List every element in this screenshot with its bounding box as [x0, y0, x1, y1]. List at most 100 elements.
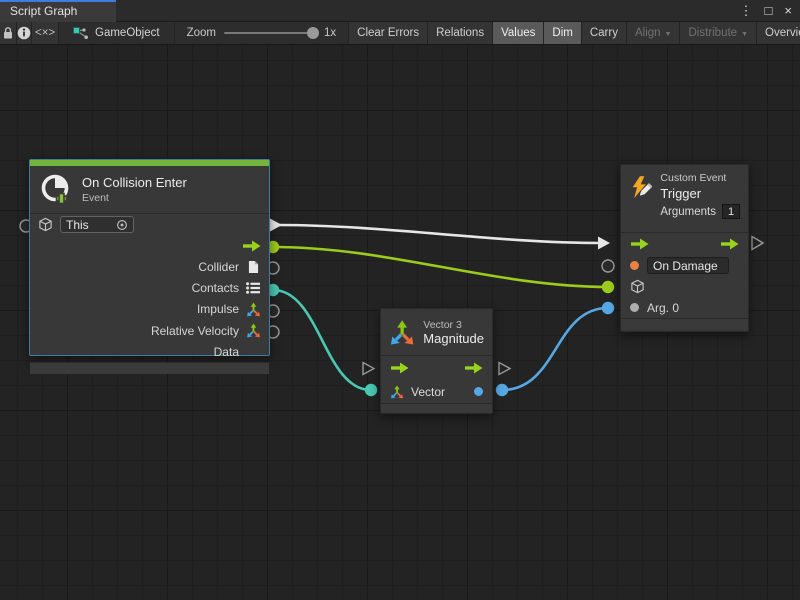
flow-arrow-icon	[720, 238, 739, 250]
argument-port-dot	[630, 303, 639, 312]
target-input-row: This	[30, 214, 269, 235]
node-category: Vector 3	[423, 319, 484, 331]
data-output-row: Data	[30, 341, 269, 362]
event-name-value: On Damage	[653, 259, 718, 273]
argument0-row: Arg. 0	[621, 297, 748, 318]
close-icon[interactable]: ×	[784, 0, 792, 22]
chevron-down-icon: ▼	[741, 31, 748, 38]
chevron-down-icon: ▼	[665, 31, 672, 38]
gameobject-label: GameObject	[95, 27, 160, 39]
wire-collider-green[interactable]	[273, 247, 608, 287]
node-header: On Collision Enter Event	[30, 166, 269, 214]
overview-button[interactable]: Overview	[756, 22, 800, 44]
node-subtitle: Event	[82, 192, 187, 204]
title-bar: Script Graph ⋮ □ ×	[0, 0, 800, 22]
info-icon	[17, 26, 31, 40]
port-label: Impulse	[197, 302, 239, 316]
zoom-slider[interactable]	[224, 32, 316, 34]
port-label: Data	[214, 345, 239, 359]
contacts-output-row: Contacts	[30, 278, 269, 299]
flow-arrow-icon	[242, 240, 261, 252]
port-trigger-flow-out[interactable]	[752, 237, 763, 250]
impulse-output-row: Impulse	[30, 299, 269, 320]
align-dropdown[interactable]: Align ▼	[626, 22, 680, 44]
port-trigger-target-in[interactable]	[602, 281, 614, 293]
node-header: Vector 3 Magnitude	[381, 309, 492, 356]
zoom-label: Zoom	[187, 27, 216, 39]
distribute-label: Distribute	[688, 27, 737, 39]
code-brackets-button[interactable]: <×>	[32, 22, 59, 44]
values-toggle[interactable]: Values	[492, 22, 543, 44]
clear-errors-button[interactable]: Clear Errors	[348, 22, 427, 44]
code-brackets-icon: <×>	[35, 27, 55, 39]
node-header: Custom Event Trigger Arguments 1	[621, 165, 748, 233]
info-button[interactable]	[17, 22, 32, 44]
port-magnitude-out[interactable]	[496, 384, 508, 396]
relations-button[interactable]: Relations	[427, 22, 492, 44]
node-title: On Collision Enter	[82, 175, 187, 190]
graph-canvas[interactable]: On Collision Enter Event This	[0, 45, 800, 599]
collider-file-icon	[248, 260, 259, 274]
flow-row	[381, 356, 492, 380]
port-label: Relative Velocity	[151, 324, 239, 338]
maximize-icon[interactable]: □	[765, 0, 773, 22]
collision-event-icon	[39, 173, 73, 207]
flow-row	[621, 233, 748, 255]
node-vector3-magnitude[interactable]: Vector 3 Magnitude Vector	[380, 308, 493, 414]
port-vector-flow-out[interactable]	[499, 363, 510, 375]
port-vector-in[interactable]	[365, 384, 377, 396]
target-row	[621, 276, 748, 297]
collider-output-row: Collider	[30, 256, 269, 277]
zoom-slider-knob[interactable]	[307, 27, 319, 39]
wire-magnitude-blue[interactable]	[502, 308, 608, 390]
wire-flow-white[interactable]	[278, 225, 600, 243]
custom-event-icon	[629, 172, 652, 204]
dim-toggle[interactable]: Dim	[543, 22, 580, 44]
float-output-dot	[474, 387, 483, 396]
lock-icon	[2, 26, 14, 40]
object-picker-icon[interactable]	[116, 219, 128, 231]
port-label: Arg. 0	[647, 301, 679, 315]
node-trigger-custom-event[interactable]: Custom Event Trigger Arguments 1 On Dama…	[620, 164, 749, 332]
align-label: Align	[635, 27, 661, 39]
this-object-field[interactable]: This	[60, 216, 134, 233]
lock-button[interactable]	[0, 22, 17, 44]
port-label: Vector	[411, 385, 445, 399]
string-port-dot	[630, 261, 639, 270]
gameobject-reference-button[interactable]: GameObject	[59, 22, 175, 44]
arguments-count-field[interactable]: 1	[722, 204, 740, 219]
node-category: Custom Event	[660, 172, 740, 184]
node-on-collision-enter[interactable]: On Collision Enter Event This	[29, 159, 270, 356]
port-label: Contacts	[192, 281, 239, 295]
carry-button[interactable]: Carry	[581, 22, 626, 44]
port-trigger-arg0-in[interactable]	[602, 302, 614, 314]
flow-arrow-icon	[464, 362, 483, 374]
wire-impulse-teal[interactable]	[273, 290, 371, 390]
vector3-icon	[390, 385, 404, 399]
vector3-icon	[246, 323, 261, 338]
zoom-control: Zoom 1x	[175, 22, 349, 44]
port-label: Collider	[198, 260, 239, 274]
window-menu-icon[interactable]: ⋮	[740, 0, 753, 22]
distribute-dropdown[interactable]: Distribute ▼	[679, 22, 756, 44]
tab-script-graph[interactable]: Script Graph	[0, 0, 116, 22]
gameobject-cube-icon	[630, 279, 645, 294]
node-footer	[30, 362, 269, 374]
port-trigger-name-in[interactable]	[602, 260, 614, 272]
node-title: Trigger	[660, 186, 740, 201]
event-name-row: On Damage	[621, 255, 748, 276]
arguments-label: Arguments	[660, 206, 716, 218]
script-graph-icon	[73, 27, 89, 40]
node-footer	[381, 403, 492, 412]
this-field-value: This	[66, 218, 89, 232]
vector3-icon	[246, 302, 261, 317]
port-trigger-flow-in[interactable]	[598, 237, 610, 250]
flow-output-row	[30, 235, 269, 256]
vector3-icon	[389, 319, 415, 346]
gameobject-cube-icon	[38, 217, 53, 232]
event-name-field[interactable]: On Damage	[647, 257, 729, 274]
port-collision-flow-out[interactable]	[270, 219, 282, 232]
port-vector-flow-in[interactable]	[363, 363, 374, 375]
zoom-value: 1x	[324, 27, 336, 39]
node-title: Magnitude	[423, 331, 484, 346]
